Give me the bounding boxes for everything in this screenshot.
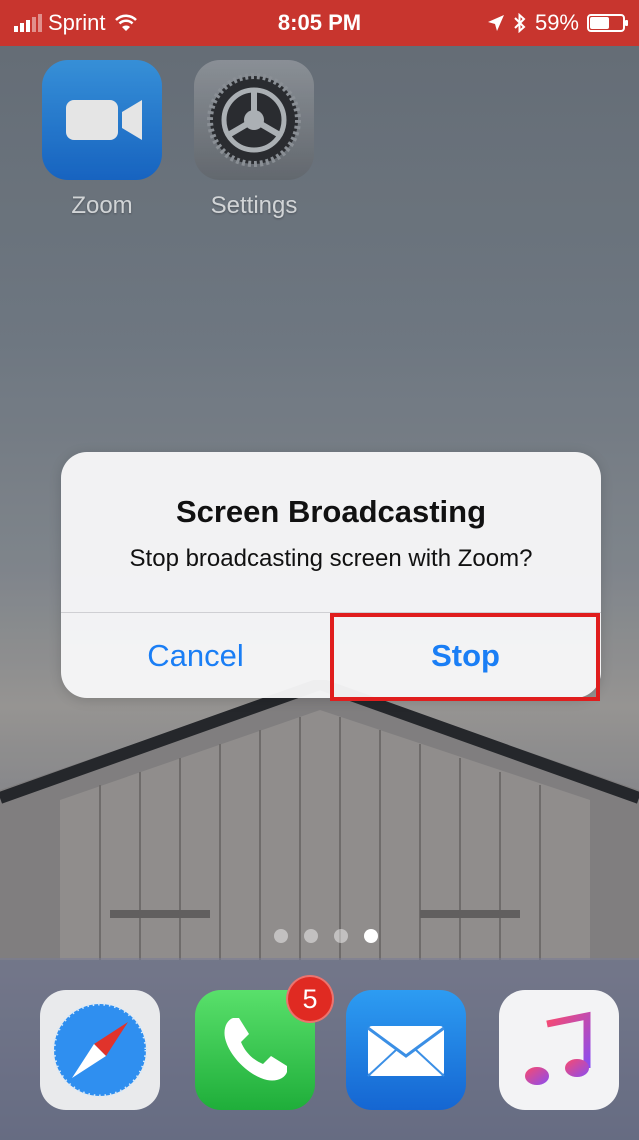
home-screen: Sprint 8:05 PM 59% Zoom Settings Screen …: [0, 0, 639, 1140]
music-note-icon: [525, 1011, 591, 1085]
screen-broadcasting-alert: Screen Broadcasting Stop broadcasting sc…: [61, 452, 601, 698]
alert-message: Stop broadcasting screen with Zoom?: [129, 545, 533, 572]
battery-icon: [587, 14, 628, 32]
page-dot: [274, 929, 288, 943]
cancel-button[interactable]: Cancel: [61, 613, 330, 698]
dock-app-safari[interactable]: [40, 990, 160, 1110]
location-arrow-icon: [487, 15, 504, 31]
dock-app-mail[interactable]: [346, 990, 466, 1110]
alert-title: Screen Broadcasting: [175, 494, 487, 529]
stop-button[interactable]: Stop: [331, 613, 600, 698]
status-bar: Sprint 8:05 PM 59%: [0, 0, 639, 46]
safari-compass-icon: [52, 1002, 148, 1098]
dock-app-music[interactable]: [499, 990, 619, 1110]
page-dot-active: [364, 929, 378, 943]
battery-percent: 59%: [534, 10, 579, 35]
page-dot: [304, 929, 318, 943]
page-indicator[interactable]: [274, 929, 378, 943]
status-right: 59%: [487, 10, 628, 36]
page-dot: [334, 929, 348, 943]
bluetooth-icon: [514, 13, 526, 33]
mail-envelope-icon: [367, 1026, 445, 1077]
battery-fill: [590, 17, 609, 29]
phone-badge: 5: [286, 975, 334, 1023]
